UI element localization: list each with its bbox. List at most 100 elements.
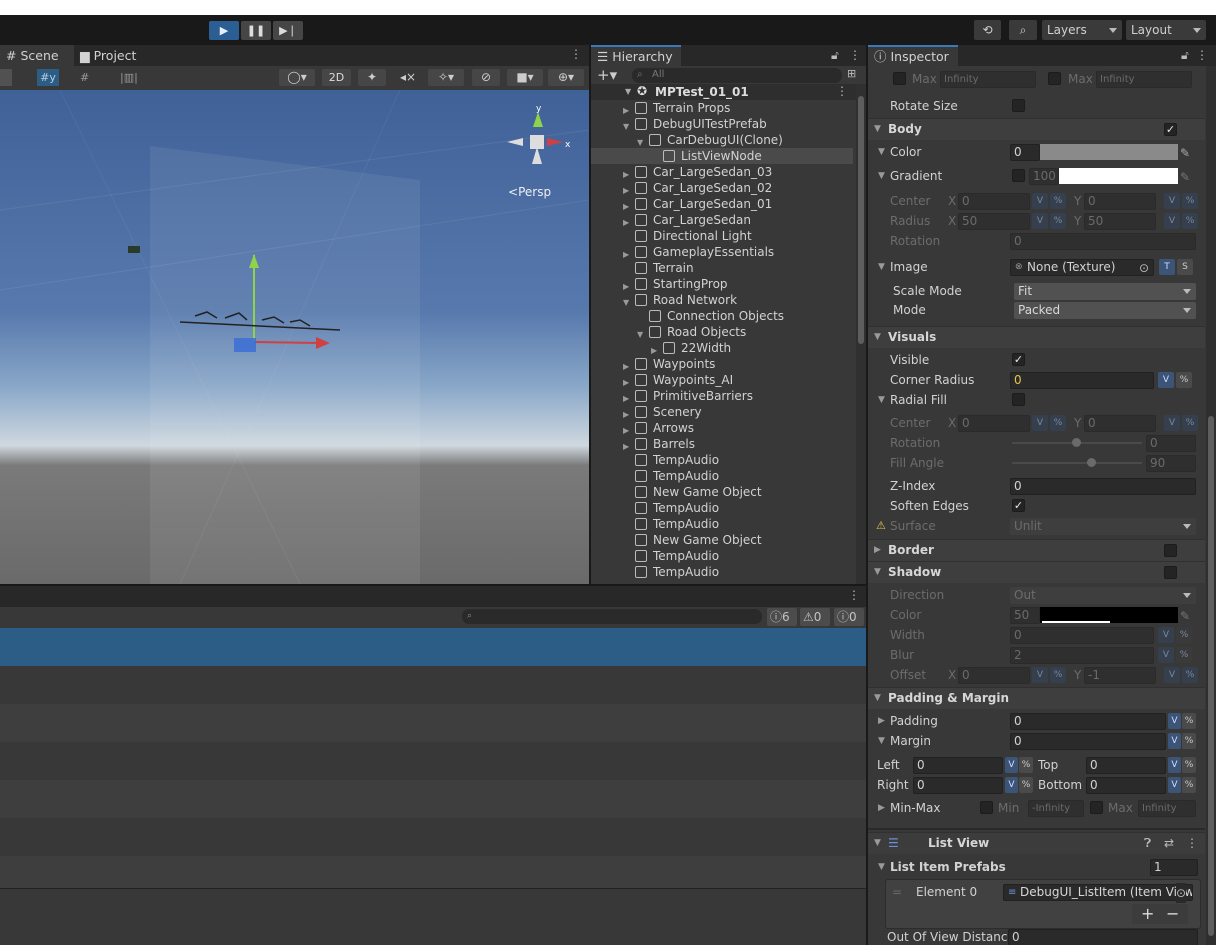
hierarchy-item[interactable]: ▶ Car_LargeSedan	[591, 212, 853, 228]
visuals-section-header[interactable]: ▼ Visuals	[868, 326, 1205, 348]
radial-center-x-pct-toggle[interactable]: %	[1050, 415, 1066, 431]
radius-y-v-toggle[interactable]: V	[1164, 213, 1180, 229]
gradient-alpha-field[interactable]: 100	[1029, 168, 1059, 185]
radial-center-y-pct-toggle[interactable]: %	[1182, 415, 1198, 431]
body-section-header[interactable]: ▼ Body ✓	[868, 118, 1205, 140]
margin-right-field[interactable]: 0	[913, 777, 1003, 794]
offset-x-pct-toggle[interactable]: %	[1050, 667, 1066, 683]
radial-center-y-v-toggle[interactable]: V	[1164, 415, 1180, 431]
center-x-pct-toggle[interactable]: %	[1050, 193, 1066, 209]
hierarchy-search-input[interactable]: ⌕ All	[632, 68, 842, 83]
console-search-input[interactable]: ⌕	[462, 609, 762, 624]
margin-bottom-v-toggle[interactable]: V	[1168, 777, 1181, 793]
audio-icon[interactable]: ◂×	[394, 69, 422, 86]
hierarchy-item[interactable]: ▶ Waypoints_AI	[591, 372, 853, 388]
hierarchy-scroll-thumb[interactable]	[858, 96, 864, 344]
hierarchy-item[interactable]: ▶ GameplayEssentials	[591, 244, 853, 260]
list-item-prefabs-row[interactable]: ▼ List Item Prefabs 1	[870, 857, 1205, 877]
shadow-direction-dropdown[interactable]: Out	[1010, 587, 1196, 604]
visibility-icon[interactable]: ⊘	[472, 69, 500, 86]
shadow-blur-v-toggle[interactable]: V	[1158, 647, 1174, 663]
hierarchy-item[interactable]: ▶ StartingProp	[591, 276, 853, 292]
hierarchy-item[interactable]: TempAudio	[591, 452, 853, 468]
eyedropper-icon[interactable]: ✎	[1180, 143, 1190, 163]
hierarchy-item[interactable]: ▶ Terrain Props	[591, 100, 853, 116]
padding-pct-toggle[interactable]: %	[1182, 713, 1196, 729]
add-element-button[interactable]: +	[1141, 904, 1154, 924]
hierarchy-item[interactable]: ▶ 22Width	[591, 340, 853, 356]
z-index-field[interactable]: 0	[1010, 478, 1196, 495]
hierarchy-item[interactable]: ▶ PrimitiveBarriers	[591, 388, 853, 404]
radial-center-y-field[interactable]: 0	[1084, 415, 1156, 432]
lock-icon[interactable]: 🔓︎	[831, 48, 839, 63]
corner-radius-field[interactable]: 0	[1010, 372, 1154, 389]
history-button[interactable]: ⟲	[974, 20, 1001, 40]
fill-angle-field[interactable]: 90	[1146, 455, 1196, 472]
shadow-color-swatch[interactable]	[1040, 607, 1178, 623]
margin-bottom-field[interactable]: 0	[1086, 777, 1166, 794]
max-checkbox[interactable]	[1090, 801, 1103, 814]
draw-mode-dropdown[interactable]: ◯▾	[279, 69, 315, 86]
hierarchy-item[interactable]: ▼ DebugUITestPrefab	[591, 116, 853, 132]
increment-snap-icon[interactable]: |▥|	[120, 69, 152, 86]
max-checkbox[interactable]	[893, 72, 906, 85]
object-picker-icon[interactable]: ⊙	[1139, 258, 1149, 278]
layout-dropdown[interactable]: Layout	[1126, 20, 1206, 40]
hierarchy-item[interactable]: ListViewNode	[591, 148, 853, 164]
offset-y-v-toggle[interactable]: V	[1164, 667, 1180, 683]
scene-menu-icon[interactable]: ⋮	[570, 47, 582, 61]
hierarchy-item[interactable]: Directional Light	[591, 228, 853, 244]
radial-center-x-field[interactable]: 0	[958, 415, 1030, 432]
shadow-offset-y-field[interactable]: -1	[1084, 667, 1156, 684]
hierarchy-item[interactable]: ▶ Car_LargeSedan_02	[591, 180, 853, 196]
surface-dropdown[interactable]: Unlit	[1010, 518, 1196, 535]
list-view-component-header[interactable]: ▼ ☰ List View ❓︎ ⇄ ⋮	[868, 832, 1205, 854]
center-y-v-toggle[interactable]: V	[1164, 193, 1180, 209]
min-checkbox[interactable]	[980, 801, 993, 814]
shadow-width-pct-toggle[interactable]: %	[1176, 627, 1192, 643]
console-row[interactable]	[0, 704, 866, 742]
offset-y-pct-toggle[interactable]: %	[1182, 667, 1198, 683]
help-icon[interactable]: ❓︎	[1144, 833, 1151, 854]
center-y-field[interactable]: 0	[1084, 193, 1156, 210]
persp-label[interactable]: <Persp	[508, 185, 551, 199]
splitter-scene-hierarchy[interactable]	[589, 45, 591, 585]
tab-project[interactable]: ▆ Project	[74, 45, 146, 66]
scale-mode-dropdown[interactable]: Fit	[1014, 283, 1196, 300]
hierarchy-item[interactable]: TempAudio	[591, 548, 853, 564]
search-button[interactable]: ⌕	[1009, 20, 1037, 40]
shadow-width-v-toggle[interactable]: V	[1158, 627, 1174, 643]
console-row[interactable]	[0, 818, 866, 856]
shadow-blur-pct-toggle[interactable]: %	[1176, 647, 1192, 663]
hierarchy-item[interactable]: ▼ CarDebugUI(Clone)	[591, 132, 853, 148]
info-filter-toggle[interactable]: ⓘ6	[767, 608, 797, 626]
body-enabled-checkbox[interactable]: ✓	[1164, 123, 1177, 136]
visible-checkbox[interactable]: ✓	[1012, 353, 1025, 366]
margin-pct-toggle[interactable]: %	[1182, 733, 1196, 749]
fill-angle-slider-thumb[interactable]	[1087, 458, 1096, 467]
gradient-swatch[interactable]	[1059, 168, 1178, 184]
radial-rotation-field[interactable]: 0	[1146, 435, 1196, 452]
lighting-icon[interactable]: ✦	[358, 69, 386, 86]
max-field-2[interactable]: Infinity	[1096, 71, 1192, 88]
fill-angle-slider-track[interactable]	[1012, 462, 1142, 464]
mode-dropdown[interactable]: Packed	[1014, 302, 1196, 319]
object-picker-icon[interactable]: ⊙	[1176, 883, 1187, 903]
create-icon[interactable]: +▾	[597, 66, 617, 84]
play-button[interactable]: ▶	[209, 21, 239, 40]
hierarchy-item[interactable]: ▶ Barrels	[591, 436, 853, 452]
hierarchy-item[interactable]: ▶ Scenery	[591, 404, 853, 420]
drag-handle-icon[interactable]: =	[892, 882, 902, 902]
console-row-selected[interactable]	[0, 628, 866, 666]
texture-t-toggle[interactable]: T	[1159, 259, 1175, 275]
hierarchy-item[interactable]: ▶ Arrows	[591, 420, 853, 436]
center-x-field[interactable]: 0	[958, 193, 1030, 210]
gradient-checkbox[interactable]	[1012, 169, 1025, 182]
error-filter-toggle[interactable]: ⓘ0	[834, 608, 864, 626]
console-row[interactable]	[0, 742, 866, 780]
hierarchy-item[interactable]: ▶ Waypoints	[591, 356, 853, 372]
margin-left-v-toggle[interactable]: V	[1005, 757, 1018, 773]
color-alpha-field[interactable]: 0	[1010, 144, 1040, 161]
margin-v-toggle[interactable]: V	[1168, 733, 1181, 749]
prefabs-count-field[interactable]: 1	[1150, 859, 1198, 876]
